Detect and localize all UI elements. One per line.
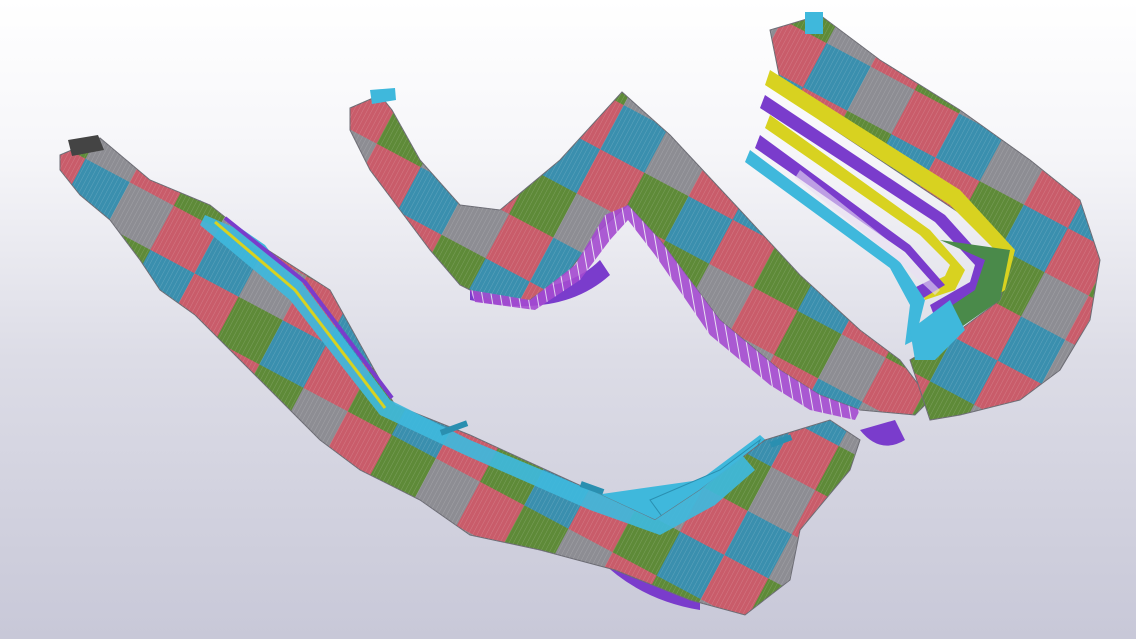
bridge-model-render[interactable] xyxy=(0,0,1136,639)
upper-end-cap xyxy=(370,88,396,104)
3d-viewport[interactable] xyxy=(0,0,1136,639)
top-end-cap xyxy=(805,12,823,34)
